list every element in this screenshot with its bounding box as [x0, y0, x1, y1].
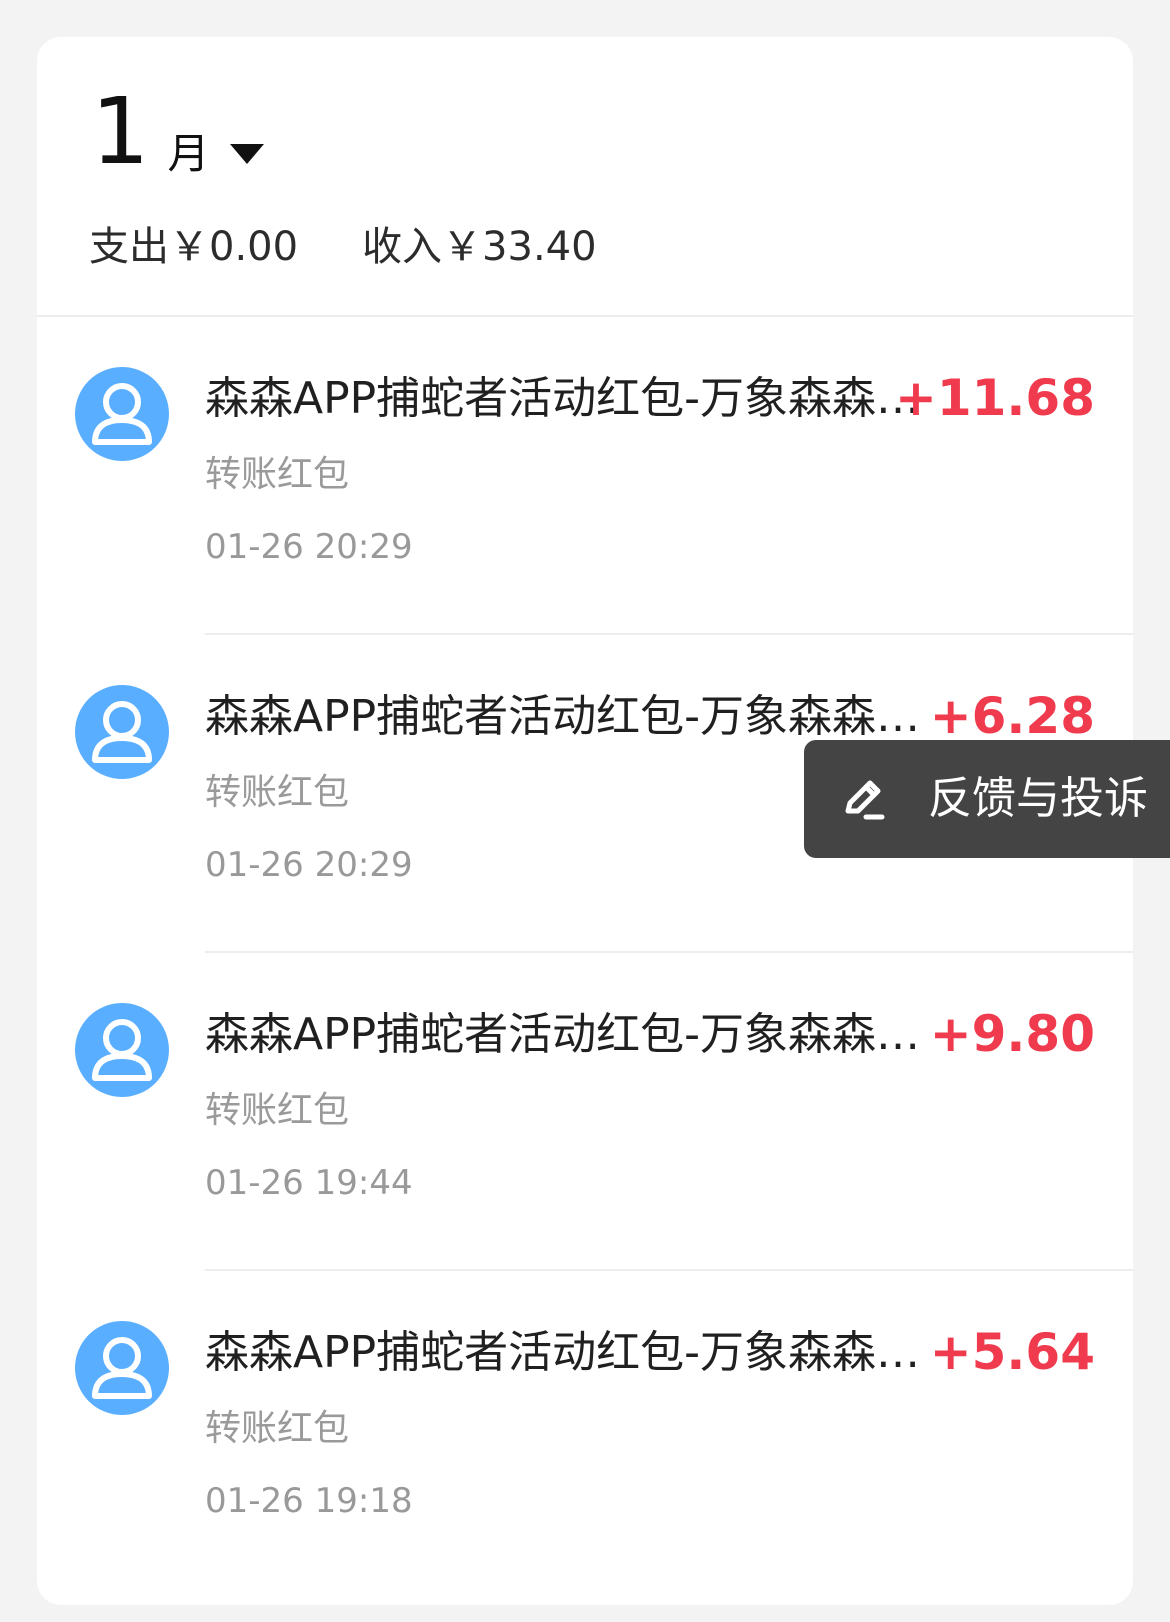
transaction-item[interactable]: 森森APP捕蛇者活动红包-万象森森… +5.64 转账红包 01-26 19:1…: [37, 1271, 1133, 1589]
edit-icon: [845, 780, 885, 820]
transaction-item[interactable]: 森森APP捕蛇者活动红包-万象森森… +11.68 转账红包 01-26 20:…: [37, 317, 1133, 635]
transaction-time: 01-26 20:29: [205, 845, 413, 885]
user-icon: [75, 367, 169, 461]
user-icon: [75, 1003, 169, 1097]
transaction-type: 转账红包: [205, 1090, 350, 1131]
transaction-title: 森森APP捕蛇者活动红包-万象森森…: [205, 1327, 921, 1378]
month-header: 1 月 支出￥0.00 收入￥33.40: [37, 37, 1133, 317]
income-summary: 收入￥33.40: [362, 224, 597, 270]
monthly-summary: 支出￥0.00 收入￥33.40: [89, 219, 597, 275]
transaction-item[interactable]: 森森APP捕蛇者活动红包-万象森森… +9.80 转账红包 01-26 19:4…: [37, 953, 1133, 1271]
transaction-amount: +5.64: [929, 1323, 1095, 1381]
transaction-amount: +6.28: [929, 687, 1095, 745]
user-icon: [75, 685, 169, 779]
month-selector[interactable]: 1 月: [91, 82, 264, 182]
caret-down-icon[interactable]: [229, 144, 264, 164]
transaction-time: 01-26 20:29: [205, 527, 413, 567]
transaction-amount: +9.80: [929, 1005, 1095, 1063]
transaction-type: 转账红包: [205, 454, 350, 495]
transaction-title: 森森APP捕蛇者活动红包-万象森森…: [205, 1009, 921, 1060]
transaction-type: 转账红包: [205, 772, 350, 813]
feedback-label: 反馈与投诉: [928, 773, 1148, 824]
expense-summary: 支出￥0.00: [89, 224, 299, 270]
transaction-title: 森森APP捕蛇者活动红包-万象森森…: [205, 691, 921, 742]
transaction-time: 01-26 19:18: [205, 1481, 413, 1521]
transaction-amount: +11.68: [894, 369, 1095, 427]
month-unit: 月: [167, 129, 210, 178]
transaction-title: 森森APP捕蛇者活动红包-万象森森…: [205, 373, 921, 424]
user-icon: [75, 1321, 169, 1415]
transaction-time: 01-26 19:44: [205, 1163, 413, 1203]
feedback-button[interactable]: 反馈与投诉: [804, 740, 1170, 858]
month-number: 1: [91, 78, 150, 185]
transaction-type: 转账红包: [205, 1408, 350, 1449]
